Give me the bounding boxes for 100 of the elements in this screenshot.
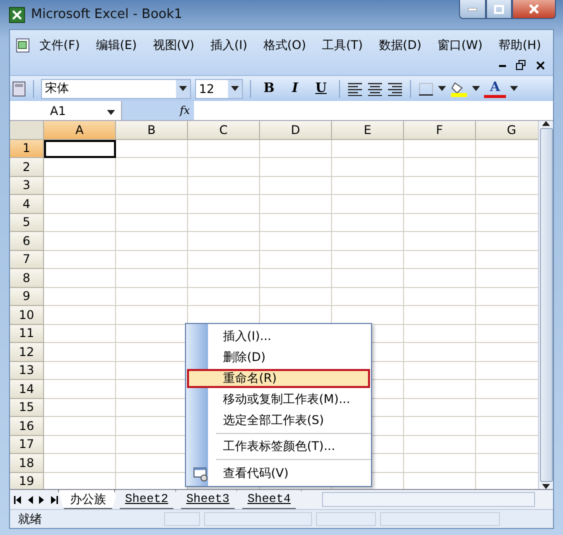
row-header[interactable]: 5: [10, 214, 44, 232]
grid-cell[interactable]: [188, 269, 260, 288]
row-header[interactable]: 7: [10, 250, 44, 269]
grid-cell[interactable]: [44, 288, 116, 306]
bold-button[interactable]: B: [258, 78, 280, 98]
column-header[interactable]: C: [188, 121, 260, 140]
maximize-button[interactable]: [486, 0, 512, 19]
grid-cell[interactable]: [404, 454, 476, 472]
grid-cell[interactable]: [404, 232, 476, 250]
row-header[interactable]: 8: [10, 269, 44, 288]
prev-sheet-icon[interactable]: [26, 496, 34, 504]
row-header[interactable]: 19: [10, 472, 44, 489]
column-header[interactable]: B: [116, 121, 188, 140]
grid-cell[interactable]: [44, 195, 116, 214]
menu-item[interactable]: 文件(F): [32, 35, 88, 55]
row-header[interactable]: 3: [10, 176, 44, 195]
context-menu-item[interactable]: 插入(I)...: [187, 327, 370, 346]
grid-cell[interactable]: [404, 343, 476, 362]
grid-cell[interactable]: [332, 176, 404, 195]
grid-cell[interactable]: [404, 250, 476, 269]
sheet-tab[interactable]: Sheet4: [236, 490, 302, 509]
context-menu-item[interactable]: 移动或复制工作表(M)...: [187, 390, 370, 409]
function-label[interactable]: fx: [180, 104, 190, 117]
grid-cell[interactable]: [260, 195, 332, 214]
align-right-icon[interactable]: [387, 82, 403, 96]
select-all-corner[interactable]: [10, 121, 44, 140]
row-header[interactable]: 6: [10, 232, 44, 250]
grid-cell[interactable]: [116, 195, 188, 214]
grid-cell[interactable]: [44, 269, 116, 288]
grid-cell[interactable]: [260, 288, 332, 306]
grid-cell[interactable]: [44, 362, 116, 380]
menu-item[interactable]: 插入(I): [202, 35, 256, 55]
grid-cell[interactable]: [404, 417, 476, 436]
grid-cell[interactable]: [404, 324, 476, 343]
grid-cell[interactable]: [332, 140, 404, 158]
grid-cell[interactable]: [260, 232, 332, 250]
grid-cell[interactable]: [116, 269, 188, 288]
grid-cell[interactable]: [116, 288, 188, 306]
grid-cell[interactable]: [116, 250, 188, 269]
grid-cell[interactable]: [332, 232, 404, 250]
context-menu-item[interactable]: 删除(D): [187, 348, 370, 367]
last-sheet-icon[interactable]: [50, 496, 58, 504]
row-header[interactable]: 11: [10, 324, 44, 343]
context-menu-item[interactable]: 选定全部工作表(S): [187, 411, 370, 430]
grid-cell[interactable]: [404, 398, 476, 417]
grid-cell[interactable]: [332, 269, 404, 288]
grid-cell[interactable]: [404, 306, 476, 324]
calculator-icon[interactable]: [12, 80, 26, 96]
grid-cell[interactable]: [260, 214, 332, 232]
row-header[interactable]: 18: [10, 454, 44, 472]
grid-cell[interactable]: [116, 158, 188, 176]
active-cell[interactable]: [44, 140, 116, 158]
column-header[interactable]: D: [260, 121, 332, 140]
row-header[interactable]: 12: [10, 343, 44, 362]
grid-cell[interactable]: [332, 158, 404, 176]
row-header[interactable]: 17: [10, 436, 44, 454]
grid-cell[interactable]: [332, 288, 404, 306]
borders-icon[interactable]: [418, 82, 434, 96]
grid-cell[interactable]: [44, 176, 116, 195]
grid-cell[interactable]: [404, 288, 476, 306]
grid-cell[interactable]: [44, 380, 116, 398]
grid-cell[interactable]: [332, 195, 404, 214]
grid-cell[interactable]: [404, 436, 476, 454]
close-icon[interactable]: [536, 60, 545, 70]
close-button[interactable]: [512, 0, 556, 19]
context-menu-item[interactable]: 工作表标签颜色(T)...: [187, 437, 370, 456]
next-sheet-icon[interactable]: [38, 496, 46, 504]
grid-cell[interactable]: [116, 306, 188, 324]
column-header[interactable]: A: [44, 121, 116, 140]
grid-cell[interactable]: [332, 214, 404, 232]
grid-cell[interactable]: [260, 269, 332, 288]
first-sheet-icon[interactable]: [14, 496, 22, 504]
minimize-button[interactable]: [459, 0, 486, 19]
grid-cell[interactable]: [44, 158, 116, 176]
row-header[interactable]: 2: [10, 158, 44, 176]
row-header[interactable]: 10: [10, 306, 44, 324]
grid-cell[interactable]: [188, 288, 260, 306]
grid-cell[interactable]: [44, 324, 116, 343]
row-header[interactable]: 9: [10, 288, 44, 306]
grid-cell[interactable]: [188, 195, 260, 214]
italic-button[interactable]: I: [284, 78, 306, 98]
context-menu-item[interactable]: 重命名(R): [187, 369, 370, 388]
grid-cell[interactable]: [44, 417, 116, 436]
underline-button[interactable]: U: [310, 78, 332, 98]
row-header[interactable]: 13: [10, 362, 44, 380]
grid-cell[interactable]: [44, 436, 116, 454]
grid-cell[interactable]: [188, 176, 260, 195]
menu-item[interactable]: 窗口(W): [429, 35, 491, 55]
row-header[interactable]: 15: [10, 398, 44, 417]
grid-cell[interactable]: [188, 140, 260, 158]
grid-cell[interactable]: [404, 176, 476, 195]
grid-cell[interactable]: [44, 343, 116, 362]
menu-item[interactable]: 工具(T): [314, 35, 371, 55]
grid-cell[interactable]: [188, 232, 260, 250]
horizontal-scrollbar[interactable]: [322, 492, 535, 507]
align-center-icon[interactable]: [367, 82, 383, 96]
column-header[interactable]: G: [476, 121, 538, 140]
grid-cell[interactable]: [188, 250, 260, 269]
grid-cell[interactable]: [404, 195, 476, 214]
grid-cell[interactable]: [404, 158, 476, 176]
